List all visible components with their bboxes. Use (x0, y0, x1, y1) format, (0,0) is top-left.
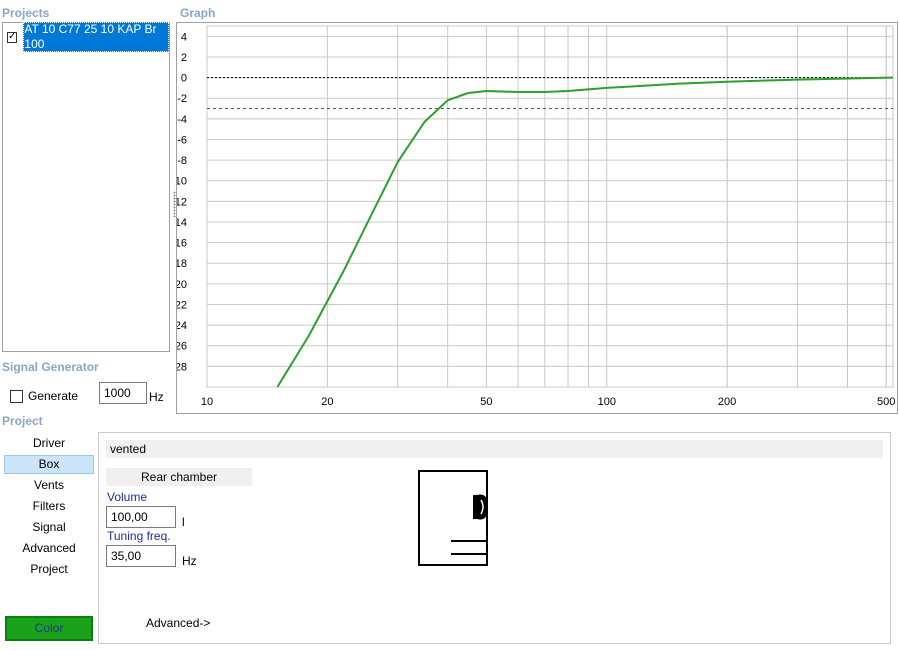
nav-signal[interactable]: Signal (4, 518, 94, 537)
y-tick-label: 2 (181, 52, 187, 64)
x-tick-label: 20 (321, 396, 333, 408)
generator-frequency-unit: Hz (149, 390, 164, 404)
y-tick-label: -26 (177, 341, 187, 353)
generate-checkbox[interactable] (10, 389, 23, 403)
y-tick-label: -10 (177, 176, 187, 188)
rear-chamber-header: Rear chamber (106, 468, 252, 486)
y-tick-label: 4 (181, 31, 187, 43)
projects-title: Projects (2, 6, 50, 20)
advanced-link[interactable]: Advanced-> (146, 616, 210, 630)
generator-frequency-input[interactable] (99, 382, 147, 404)
y-tick-label: -24 (177, 320, 187, 332)
y-tick-label: 0 (181, 73, 187, 85)
signal-generator-title: Signal Generator (2, 360, 99, 374)
projects-list[interactable]: ✓ AT 10 C77 25 10 KAP Br 100 (2, 22, 170, 352)
x-tick-label: 500 (877, 396, 895, 408)
nav-advanced[interactable]: Advanced (4, 539, 94, 558)
tuning-freq-label: Tuning freq. (107, 529, 171, 543)
nav-vents[interactable]: Vents (4, 476, 94, 495)
y-tick-label: -2 (177, 93, 187, 105)
y-tick-label: -6 (177, 134, 187, 146)
volume-unit: l (182, 515, 185, 529)
x-tick-label: 10 (201, 396, 213, 408)
tuning-freq-input[interactable] (106, 545, 176, 567)
box-settings-panel: vented Rear chamber Volume l Tuning freq… (98, 432, 891, 644)
series-line-0 (276, 76, 893, 387)
x-tick-label: 50 (480, 396, 492, 408)
x-tick-label: 200 (718, 396, 736, 408)
box-diagram (418, 470, 488, 566)
project-item[interactable]: ✓ AT 10 C77 25 10 KAP Br 100 (7, 22, 169, 52)
color-button[interactable]: Color (5, 616, 93, 641)
generate-label: Generate (28, 389, 79, 403)
tuning-freq-unit: Hz (182, 554, 197, 568)
y-tick-label: -12 (177, 196, 187, 208)
generate-option[interactable]: Generate (10, 389, 78, 403)
y-tick-label: -28 (177, 361, 187, 373)
x-tick-label: 100 (598, 396, 616, 408)
box-type-selector[interactable]: vented (106, 440, 883, 458)
y-tick-label: -22 (177, 299, 187, 311)
y-tick-label: -20 (177, 279, 187, 291)
graph-title: Graph (180, 6, 216, 20)
frequency-response-chart: 420-2-4-6-8-10-12-14-16-18-20-22-24-26-2… (177, 25, 895, 408)
y-tick-label: -8 (177, 155, 187, 167)
graph-panel: 420-2-4-6-8-10-12-14-16-18-20-22-24-26-2… (176, 22, 898, 414)
volume-label: Volume (107, 490, 148, 504)
project-section-title: Project (2, 414, 43, 428)
nav-box[interactable]: Box (4, 455, 94, 474)
y-tick-label: -18 (177, 258, 187, 270)
nav-project[interactable]: Project (4, 560, 94, 579)
y-tick-label: -4 (177, 114, 187, 126)
nav-driver[interactable]: Driver (4, 434, 94, 453)
project-name[interactable]: AT 10 C77 25 10 KAP Br 100 (23, 22, 169, 52)
project-checkbox[interactable]: ✓ (7, 31, 18, 43)
speaker-driver-icon (473, 494, 488, 520)
nav-filters[interactable]: Filters (4, 497, 94, 516)
volume-input[interactable] (106, 506, 176, 528)
y-tick-label: -14 (177, 217, 187, 229)
y-tick-label: -16 (177, 238, 187, 250)
